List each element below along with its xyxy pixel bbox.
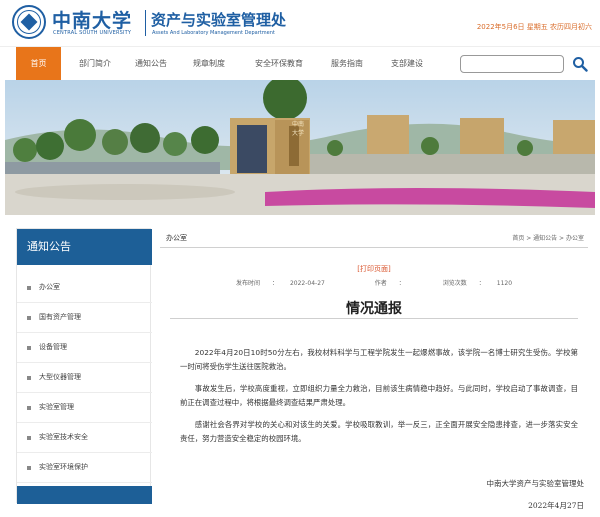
sidebar-item-label: 国有资产管理 xyxy=(39,313,81,321)
logo-divider xyxy=(145,10,146,36)
sidebar-title: 通知公告 xyxy=(17,229,152,265)
signature-org: 中南大学资产与实验室管理处 xyxy=(486,479,585,488)
sidebar-item-office[interactable]: 办公室 xyxy=(17,273,152,303)
search-icon[interactable] xyxy=(572,56,588,72)
article-content: 办公室 首页 > 通知公告 > 办公室 [打印页面] 发布时间： 2022-04-… xyxy=(160,228,588,513)
content-header: 办公室 首页 > 通知公告 > 办公室 xyxy=(160,228,588,248)
nav-item-notices[interactable]: 通知公告 xyxy=(126,47,176,81)
sidebar-item-label: 实验室环境保护 xyxy=(39,463,88,471)
nav-item-safety-education[interactable]: 安全环保教育 xyxy=(246,47,312,81)
article-title: 情况通报 xyxy=(346,301,402,317)
nav-item-home[interactable]: 首页 xyxy=(16,47,61,81)
views-label: 浏览次数 xyxy=(442,280,467,287)
print-page-link[interactable]: [打印页面] xyxy=(160,264,588,274)
section-title: 办公室 xyxy=(166,234,187,242)
bullet-icon xyxy=(27,316,31,320)
article-paragraph-3: 感谢社会各界对学校的关心和对该生的关爱。学校吸取教训，举一反三，正全面开展安全隐… xyxy=(180,420,578,443)
sidebar-item-label: 设备管理 xyxy=(39,343,67,351)
nav-item-about[interactable]: 部门简介 xyxy=(70,47,120,81)
article-paragraph-1: 2022年4月20日10时50分左右，我校材料科学与工程学院发生一起爆燃事故，该… xyxy=(180,348,578,371)
published-value: 2022-04-27 xyxy=(289,280,325,287)
school-name-en: CENTRAL SOUTH UNIVERSITY xyxy=(53,30,132,36)
page-header: 中南大学 CENTRAL SOUTH UNIVERSITY 资产与实验室管理处 … xyxy=(0,0,600,46)
sidebar-item-equipment[interactable]: 设备管理 xyxy=(17,333,152,363)
dept-name-cn: 资产与实验室管理处 xyxy=(151,11,287,29)
article-paragraph-2: 事故发生后，学校高度重视，立即组织力量全力救治，目前该生病情稳中趋好。与此同时，… xyxy=(180,384,578,407)
article-meta: 发布时间： 2022-04-27 作者： 浏览次数： 1120 xyxy=(235,280,513,287)
sidebar: 通知公告 办公室 国有资产管理 设备管理 大型仪器管理 实验室管理 实验室技术安… xyxy=(16,228,152,504)
nav-item-rules[interactable]: 规章制度 xyxy=(184,47,234,81)
sidebar-item-label: 办公室 xyxy=(39,283,60,291)
signature-date: 2022年4月27日 xyxy=(528,501,584,510)
sidebar-item-lab-safety[interactable]: 实验室技术安全 xyxy=(17,423,152,453)
bullet-icon xyxy=(27,466,31,470)
dept-name-en: Assets And Laboratory Management Departm… xyxy=(152,30,275,36)
sidebar-item-lab-environment[interactable]: 实验室环境保护 xyxy=(17,453,152,483)
published-label: 发布时间 xyxy=(235,280,260,287)
bullet-icon xyxy=(27,376,31,380)
university-logo-icon[interactable] xyxy=(12,5,46,39)
sidebar-item-label: 实验室技术安全 xyxy=(39,433,88,441)
bullet-icon xyxy=(27,436,31,440)
header-date: 2022年5月6日 星期五 农历四月初六 xyxy=(476,23,592,31)
sidebar-item-label: 大型仪器管理 xyxy=(39,373,81,381)
bullet-icon xyxy=(27,346,31,350)
school-name-cn: 中南大学 xyxy=(52,10,133,32)
sidebar-item-lab-management[interactable]: 实验室管理 xyxy=(17,393,152,423)
sidebar-item-large-instruments[interactable]: 大型仪器管理 xyxy=(17,363,152,393)
author-label: 作者 xyxy=(374,280,387,287)
gate-inscription: 中南大学 xyxy=(292,121,305,137)
nav-item-service-guide[interactable]: 服务指南 xyxy=(322,47,372,81)
views-value: 1120 xyxy=(496,280,513,287)
sidebar-item-label: 实验室管理 xyxy=(39,403,74,411)
breadcrumb[interactable]: 首页 > 通知公告 > 办公室 xyxy=(512,233,584,242)
title-divider xyxy=(170,318,578,319)
sidebar-item-state-assets[interactable]: 国有资产管理 xyxy=(17,303,152,333)
nav-item-party-branch[interactable]: 支部建设 xyxy=(382,47,432,81)
search-input[interactable] xyxy=(460,55,564,73)
bullet-icon xyxy=(27,286,31,290)
sidebar-footer-bar xyxy=(17,486,152,504)
campus-banner-image: 中南大学 xyxy=(5,80,595,215)
bullet-icon xyxy=(27,406,31,410)
